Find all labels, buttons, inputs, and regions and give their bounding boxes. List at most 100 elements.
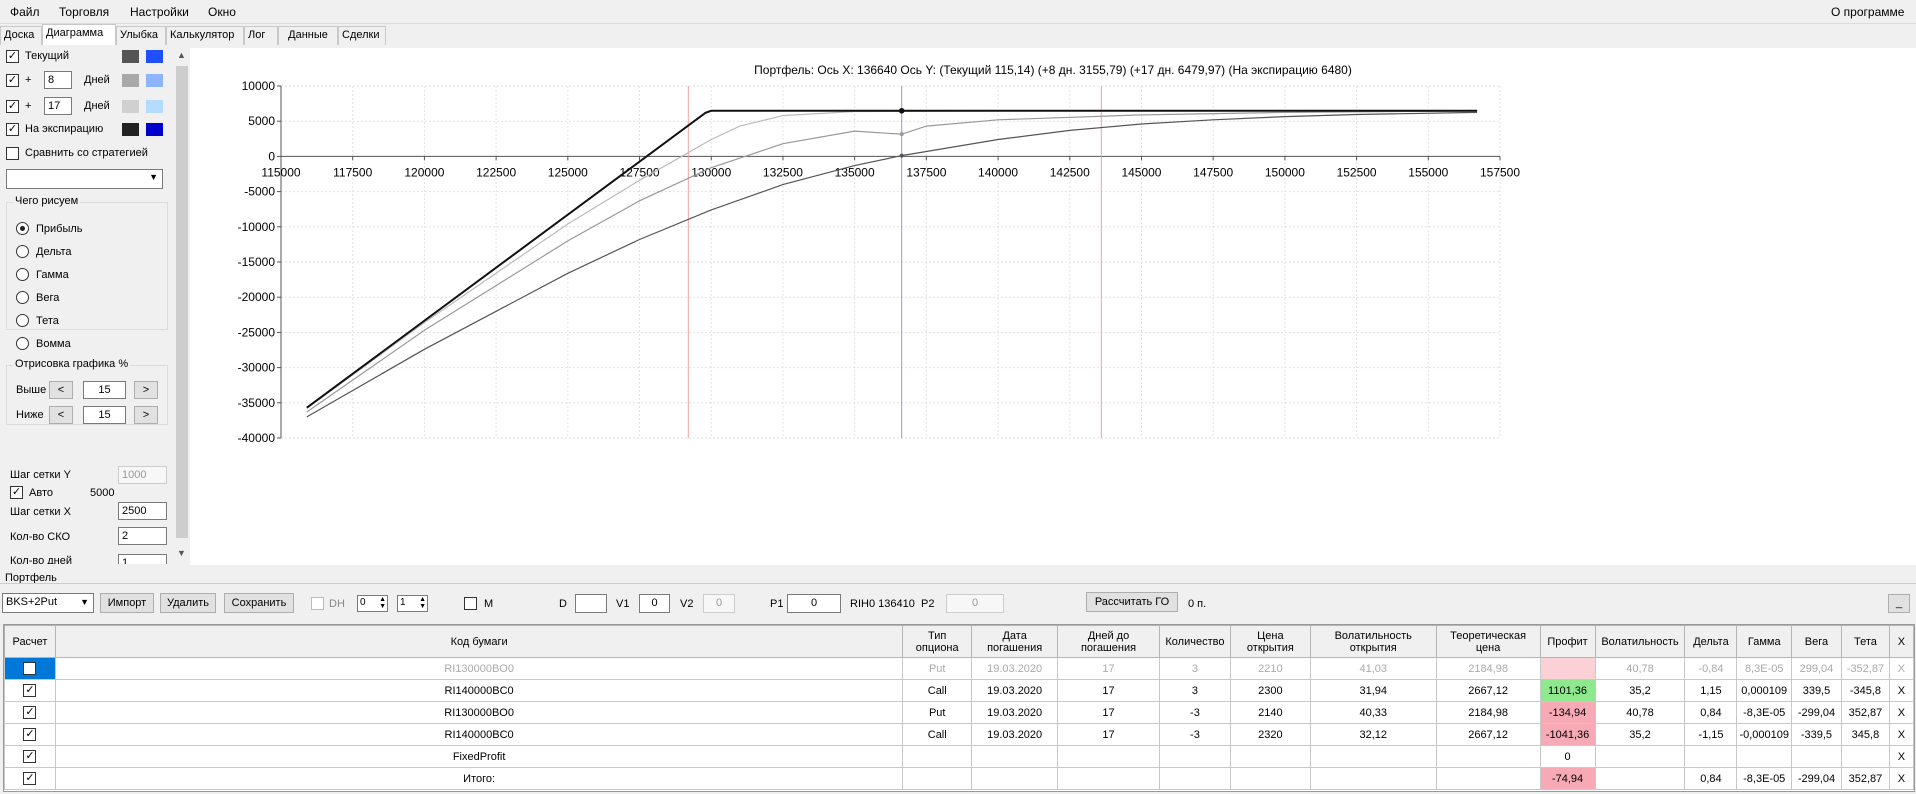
p1-input[interactable]: 0 (787, 594, 841, 613)
menu-trade[interactable]: Торговля (59, 5, 109, 19)
below-input[interactable]: 15 (83, 406, 126, 424)
days-count-input[interactable]: 1 (118, 554, 167, 564)
column-header[interactable]: Количество (1158, 625, 1231, 658)
radio-theta[interactable] (16, 314, 29, 327)
tab-board[interactable]: Доска (0, 26, 42, 45)
menu-about[interactable]: О программе (1831, 5, 1904, 19)
radio-delta[interactable] (16, 245, 29, 258)
grid-x-input[interactable]: 2500 (118, 502, 167, 520)
column-header[interactable]: Гамма (1736, 625, 1792, 658)
plus8-color-swatch[interactable] (122, 74, 139, 87)
calc-checkbox-cell[interactable]: ✓ (4, 745, 56, 768)
auto-checkbox[interactable]: ✓ (10, 486, 23, 499)
remove-row-button[interactable]: X (1888, 745, 1915, 768)
calc-checkbox-cell[interactable]: ✓ (4, 701, 56, 724)
save-button[interactable]: Сохранить (224, 593, 294, 613)
column-header[interactable]: Теоретическая цена (1435, 625, 1541, 658)
radio-vega[interactable] (16, 291, 29, 304)
plus8-color-swatch-alt[interactable] (146, 74, 163, 87)
expiry-checkbox[interactable]: ✓ (6, 123, 19, 136)
radio-gamma[interactable] (16, 268, 29, 281)
calc-checkbox-cell[interactable]: ✓ (4, 723, 56, 746)
column-header[interactable]: Тип опциона (902, 625, 973, 658)
calc-checkbox[interactable]: ✓ (23, 706, 37, 719)
below-increase-button[interactable]: > (134, 406, 158, 424)
table-row[interactable]: ✓ FixedProfit 0 X (4, 745, 1915, 768)
tab-smile[interactable]: Улыбка (116, 26, 166, 45)
column-header[interactable]: Цена открытия (1229, 625, 1311, 658)
spin-arrows-icon[interactable]: ▲ ▼ (379, 596, 386, 610)
calc-checkbox[interactable]: ✓ (23, 728, 37, 741)
table-row[interactable]: ✓ RI140000BC0 Call 19.03.2020 17 -3 2320 32,12 2… (4, 723, 1915, 746)
table-row[interactable]: ✓ RI130000BO0 Put 19.03.2020 17 -3 2140 40,33 21… (4, 701, 1915, 724)
calc-checkbox-cell[interactable] (4, 657, 56, 680)
d-input[interactable] (575, 594, 607, 613)
remove-row-button[interactable]: X (1888, 679, 1915, 702)
column-header[interactable]: Вега (1790, 625, 1842, 658)
column-header[interactable]: Волатильность открытия (1309, 625, 1437, 658)
menu-settings[interactable]: Настройки (130, 5, 189, 19)
plus8-checkbox[interactable]: ✓ (6, 74, 19, 87)
dh-spin-1[interactable]: 0 ▲ ▼ (357, 595, 388, 612)
calc-checkbox-cell[interactable]: ✓ (4, 767, 56, 790)
days2-input[interactable]: 17 (44, 97, 72, 115)
tab-diagram[interactable]: Диаграмма (42, 24, 116, 45)
v2-input[interactable]: 0 (703, 594, 735, 613)
payoff-chart[interactable]: 115000 117500 120000 122500 125000 127500 1300… (190, 48, 1916, 565)
tab-calculator[interactable]: Калькулятор (166, 26, 244, 45)
calc-go-button[interactable]: Рассчитать ГО (1086, 592, 1178, 612)
expiry-color-swatch-alt[interactable] (146, 123, 163, 136)
remove-row-button[interactable]: X (1888, 723, 1915, 746)
column-header[interactable]: Код бумаги (54, 625, 904, 658)
column-header[interactable]: Профит (1539, 625, 1596, 658)
current-color-swatch-alt[interactable] (146, 50, 163, 63)
calc-checkbox[interactable]: ✓ (23, 772, 37, 785)
column-header[interactable]: Дней до погашения (1057, 625, 1160, 658)
above-increase-button[interactable]: > (134, 381, 158, 399)
panel-scrollbar[interactable]: ▲ ▼ (175, 48, 189, 560)
compare-checkbox[interactable] (6, 147, 19, 160)
p2-input[interactable]: 0 (946, 594, 1004, 613)
calc-checkbox-cell[interactable]: ✓ (4, 679, 56, 702)
minimize-button[interactable]: _ (1888, 594, 1910, 613)
current-color-swatch[interactable] (122, 50, 139, 63)
above-decrease-button[interactable]: < (49, 381, 73, 399)
m-checkbox[interactable] (464, 597, 477, 610)
column-header[interactable]: Дата погашения (971, 625, 1059, 658)
radio-vomma[interactable] (16, 337, 29, 350)
calc-checkbox[interactable] (23, 662, 37, 675)
above-input[interactable]: 15 (83, 381, 126, 399)
spin-arrows-icon[interactable]: ▲ ▼ (419, 596, 426, 610)
tab-data[interactable]: Данные (278, 26, 338, 45)
plus17-color-swatch[interactable] (122, 100, 139, 113)
column-header[interactable]: Тета (1840, 625, 1890, 658)
remove-row-button[interactable]: X (1888, 657, 1915, 680)
tab-deals[interactable]: Сделки (338, 26, 386, 45)
remove-row-button[interactable]: X (1888, 701, 1915, 724)
table-row[interactable]: ✓ Итого: -74,94 0,84 -8,3E-05 -299,04 352,87 X (4, 767, 1915, 790)
column-header[interactable]: Расчет (4, 625, 56, 658)
tab-log[interactable]: Лог (244, 26, 278, 45)
below-decrease-button[interactable]: < (49, 406, 73, 424)
import-button[interactable]: Импорт (100, 593, 154, 613)
days1-input[interactable]: 8 (44, 71, 72, 89)
calc-checkbox[interactable]: ✓ (23, 684, 37, 697)
grid-y-input[interactable]: 1000 (118, 466, 167, 484)
plus17-checkbox[interactable]: ✓ (6, 100, 19, 113)
menu-window[interactable]: Окно (208, 5, 236, 19)
scrollbar-thumb[interactable] (176, 66, 188, 538)
menu-file[interactable]: Файл (10, 5, 40, 19)
remove-row-button[interactable]: X (1888, 767, 1915, 790)
dh-checkbox[interactable] (311, 597, 324, 610)
delete-button[interactable]: Удалить (160, 593, 216, 613)
dh-spin-2[interactable]: 1 ▲ ▼ (397, 595, 428, 612)
sko-input[interactable]: 2 (118, 527, 167, 545)
radio-profit[interactable] (16, 222, 29, 235)
column-header[interactable]: Дельта (1684, 625, 1738, 658)
calc-checkbox[interactable]: ✓ (23, 750, 37, 763)
column-header[interactable]: Волатильность (1594, 625, 1686, 658)
current-checkbox[interactable]: ✓ (6, 50, 19, 63)
portfolio-select[interactable]: BKS+2Put ▼ (2, 593, 94, 613)
plus17-color-swatch-alt[interactable] (146, 100, 163, 113)
column-header[interactable]: X (1888, 625, 1915, 658)
